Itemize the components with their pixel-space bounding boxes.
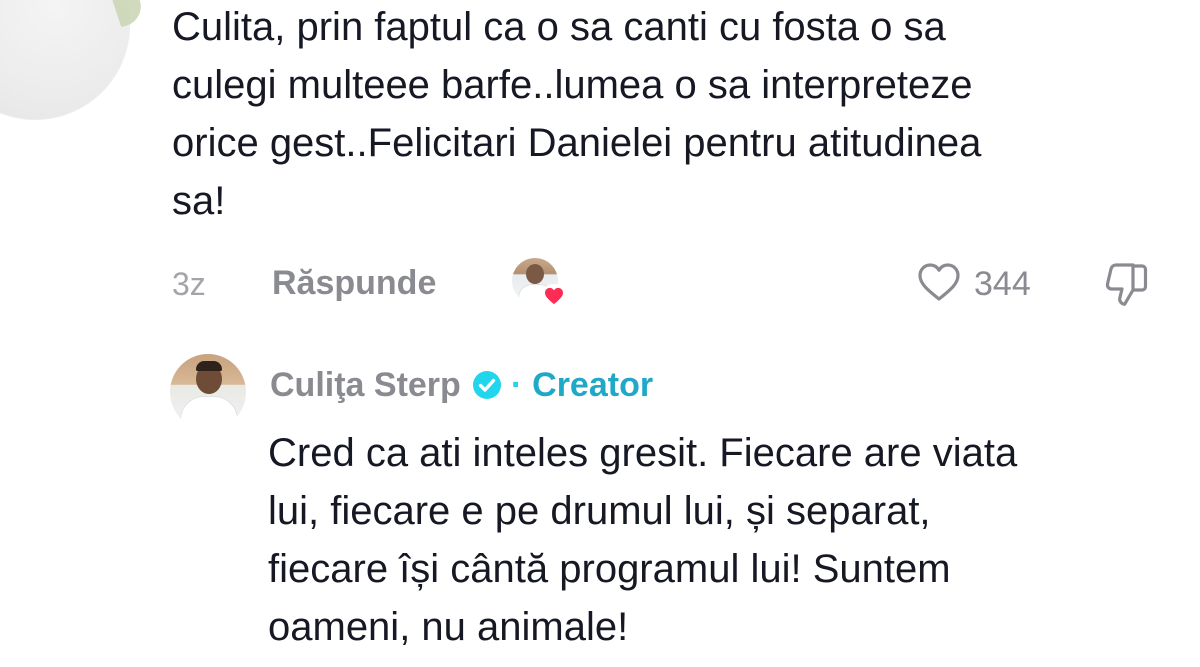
comment-actions: 3z Răspunde 344: [172, 258, 1162, 310]
like-count: 344: [974, 264, 1031, 303]
commenter-avatar[interactable]: [0, 0, 130, 120]
liked-by-creator-indicator: [512, 258, 566, 310]
reply-header: Culiţa Sterp · Creator: [270, 362, 653, 408]
reply-text: Cred ca ati inteles gresit. Fiecare are …: [268, 431, 1018, 649]
reply-author-name[interactable]: Culiţa Sterp: [270, 366, 461, 405]
creator-badge: Creator: [532, 365, 654, 404]
comment-text: Culita, prin faptul ca o sa canti cu fos…: [172, 5, 982, 223]
reply-author-avatar[interactable]: [170, 354, 246, 430]
thumbs-down-icon: [1102, 263, 1152, 314]
verified-check-icon: [471, 369, 503, 401]
header-separator: ·: [510, 365, 523, 404]
comment-thread: Culita, prin faptul ca o sa canti cu fos…: [0, 0, 1200, 667]
reply-button[interactable]: Răspunde: [272, 264, 436, 303]
heart-filled-icon: [542, 284, 566, 308]
like-button[interactable]: 344: [916, 260, 1031, 308]
comment-timestamp: 3z: [172, 266, 206, 302]
dislike-button[interactable]: [1102, 260, 1152, 310]
heart-outline-icon: [916, 261, 962, 308]
